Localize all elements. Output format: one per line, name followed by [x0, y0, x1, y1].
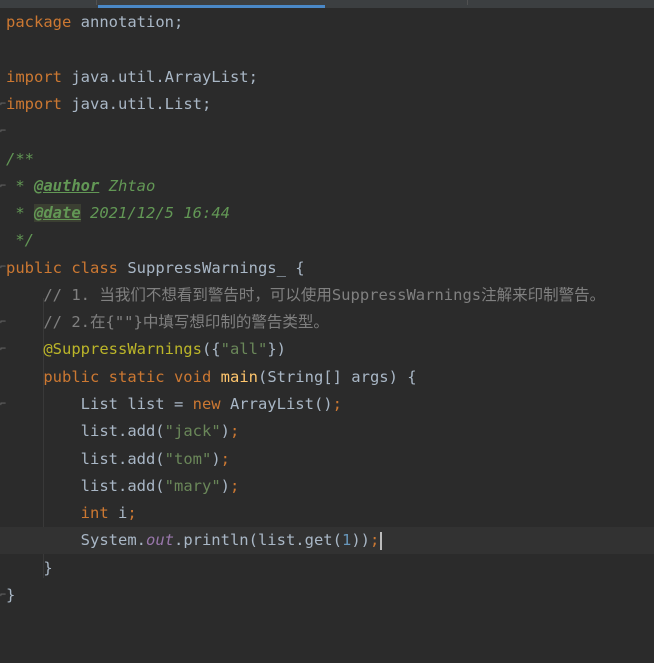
- code-line-7[interactable]: * @author Zhtao: [0, 173, 654, 200]
- code-text: java.util.ArrayList;: [62, 68, 258, 86]
- javadoc-tag: @date: [34, 204, 81, 222]
- keyword: package: [6, 13, 72, 31]
- code-line-1[interactable]: package annotation;: [0, 9, 654, 36]
- code-text: annotation;: [71, 13, 184, 31]
- code-text: )): [351, 531, 370, 549]
- text-caret: [380, 531, 383, 550]
- code-line-6[interactable]: ⌐ /**: [0, 146, 654, 192]
- string-literal: "jack": [164, 422, 221, 440]
- semicolon: ;: [332, 395, 342, 413]
- string-literal: "tom": [164, 450, 212, 468]
- code-line-19[interactable]: int i;: [0, 500, 654, 527]
- doc-comment: *: [6, 177, 34, 195]
- code-line-16[interactable]: list.add("jack");: [0, 418, 654, 445]
- code-text: ): [211, 450, 221, 468]
- code-text: list.add(: [80, 450, 165, 468]
- code-text: .println(list.get(: [173, 531, 342, 549]
- doc-comment: Zhtao: [99, 177, 156, 195]
- doc-comment: *: [6, 204, 34, 222]
- code-line-9[interactable]: ⌐ */: [0, 227, 654, 273]
- fold-marker-icon[interactable]: ⌐: [0, 118, 6, 145]
- code-line-22[interactable]: }: [0, 582, 654, 609]
- code-text: ): [220, 422, 230, 440]
- number-literal: 1: [341, 531, 352, 549]
- code-line-18[interactable]: list.add("mary");: [0, 473, 654, 500]
- editor-tab[interactable]: [327, 0, 468, 5]
- keyword: int: [80, 504, 109, 522]
- code-text: List list =: [80, 395, 193, 413]
- semicolon: ;: [230, 477, 240, 495]
- code-line-13[interactable]: @SuppressWarnings({"all"}): [0, 336, 654, 363]
- keyword: import: [6, 95, 62, 113]
- code-text: }: [6, 586, 16, 604]
- code-text: (String[] args) {: [257, 368, 417, 386]
- keyword: import: [6, 68, 62, 86]
- editor-tab-bar[interactable]: [0, 0, 654, 8]
- code-line-11[interactable]: ⌐ // 1. 当我们不想看到警告时，可以使用SuppressWarnings注…: [0, 282, 654, 328]
- javadoc-tag: @author: [34, 177, 100, 195]
- semicolon: ;: [369, 531, 380, 549]
- keyword: public static void: [43, 368, 212, 386]
- static-field: out: [145, 531, 174, 549]
- editor-tab[interactable]: [0, 0, 97, 5]
- code-text: ): [220, 477, 230, 495]
- keyword: class: [62, 259, 118, 277]
- semicolon: ;: [127, 504, 137, 522]
- code-text: ArrayList(): [220, 395, 333, 413]
- semicolon: ;: [220, 450, 231, 468]
- method-name: main: [220, 368, 258, 386]
- code-text: java.util.List;: [62, 95, 212, 113]
- code-line-12[interactable]: ⌐ // 2.在{""}中填写想印制的警告类型。: [0, 309, 654, 355]
- code-text: i: [108, 504, 128, 522]
- line-comment: // 2.在{""}中填写想印制的警告类型。: [6, 313, 329, 331]
- doc-comment: */: [6, 231, 34, 249]
- code-line-20-current[interactable]: System.out.println(list.get(1));: [0, 527, 654, 554]
- code-text: }: [6, 559, 53, 577]
- string-literal: "all": [220, 340, 268, 358]
- code-text: list.add(: [80, 422, 165, 440]
- code-text: System.: [80, 531, 146, 549]
- code-text: ({: [201, 340, 221, 358]
- annotation: @SuppressWarnings: [43, 340, 202, 358]
- code-line-4[interactable]: ⌐ import java.util.List;: [0, 91, 654, 137]
- code-line-10[interactable]: public class SuppressWarnings_ {: [0, 255, 654, 282]
- code-text: list.add(: [80, 477, 165, 495]
- code-text: SuppressWarnings_ {: [118, 259, 305, 277]
- code-line-8[interactable]: * @date 2021/12/5 16:44: [0, 200, 654, 227]
- keyword: new: [192, 395, 221, 413]
- doc-comment: 2021/12/5 16:44: [80, 204, 230, 222]
- code-line-21[interactable]: ⌐ }: [0, 555, 654, 601]
- keyword: public: [6, 259, 62, 277]
- code-text: }): [267, 340, 286, 358]
- code-editor[interactable]: package annotation; ⌐ import java.util.A…: [0, 8, 654, 657]
- code-line-3[interactable]: ⌐ import java.util.ArrayList;: [0, 64, 654, 110]
- semicolon: ;: [230, 422, 240, 440]
- line-comment: // 1. 当我们不想看到警告时，可以使用SuppressWarnings注解来…: [6, 286, 606, 304]
- code-line-15[interactable]: List list = new ArrayList();: [0, 391, 654, 418]
- doc-comment: /**: [6, 150, 34, 168]
- code-line-17[interactable]: list.add("tom");: [0, 446, 654, 473]
- string-literal: "mary": [164, 477, 221, 495]
- code-line-14[interactable]: ⌐ public static void main(String[] args)…: [0, 364, 654, 410]
